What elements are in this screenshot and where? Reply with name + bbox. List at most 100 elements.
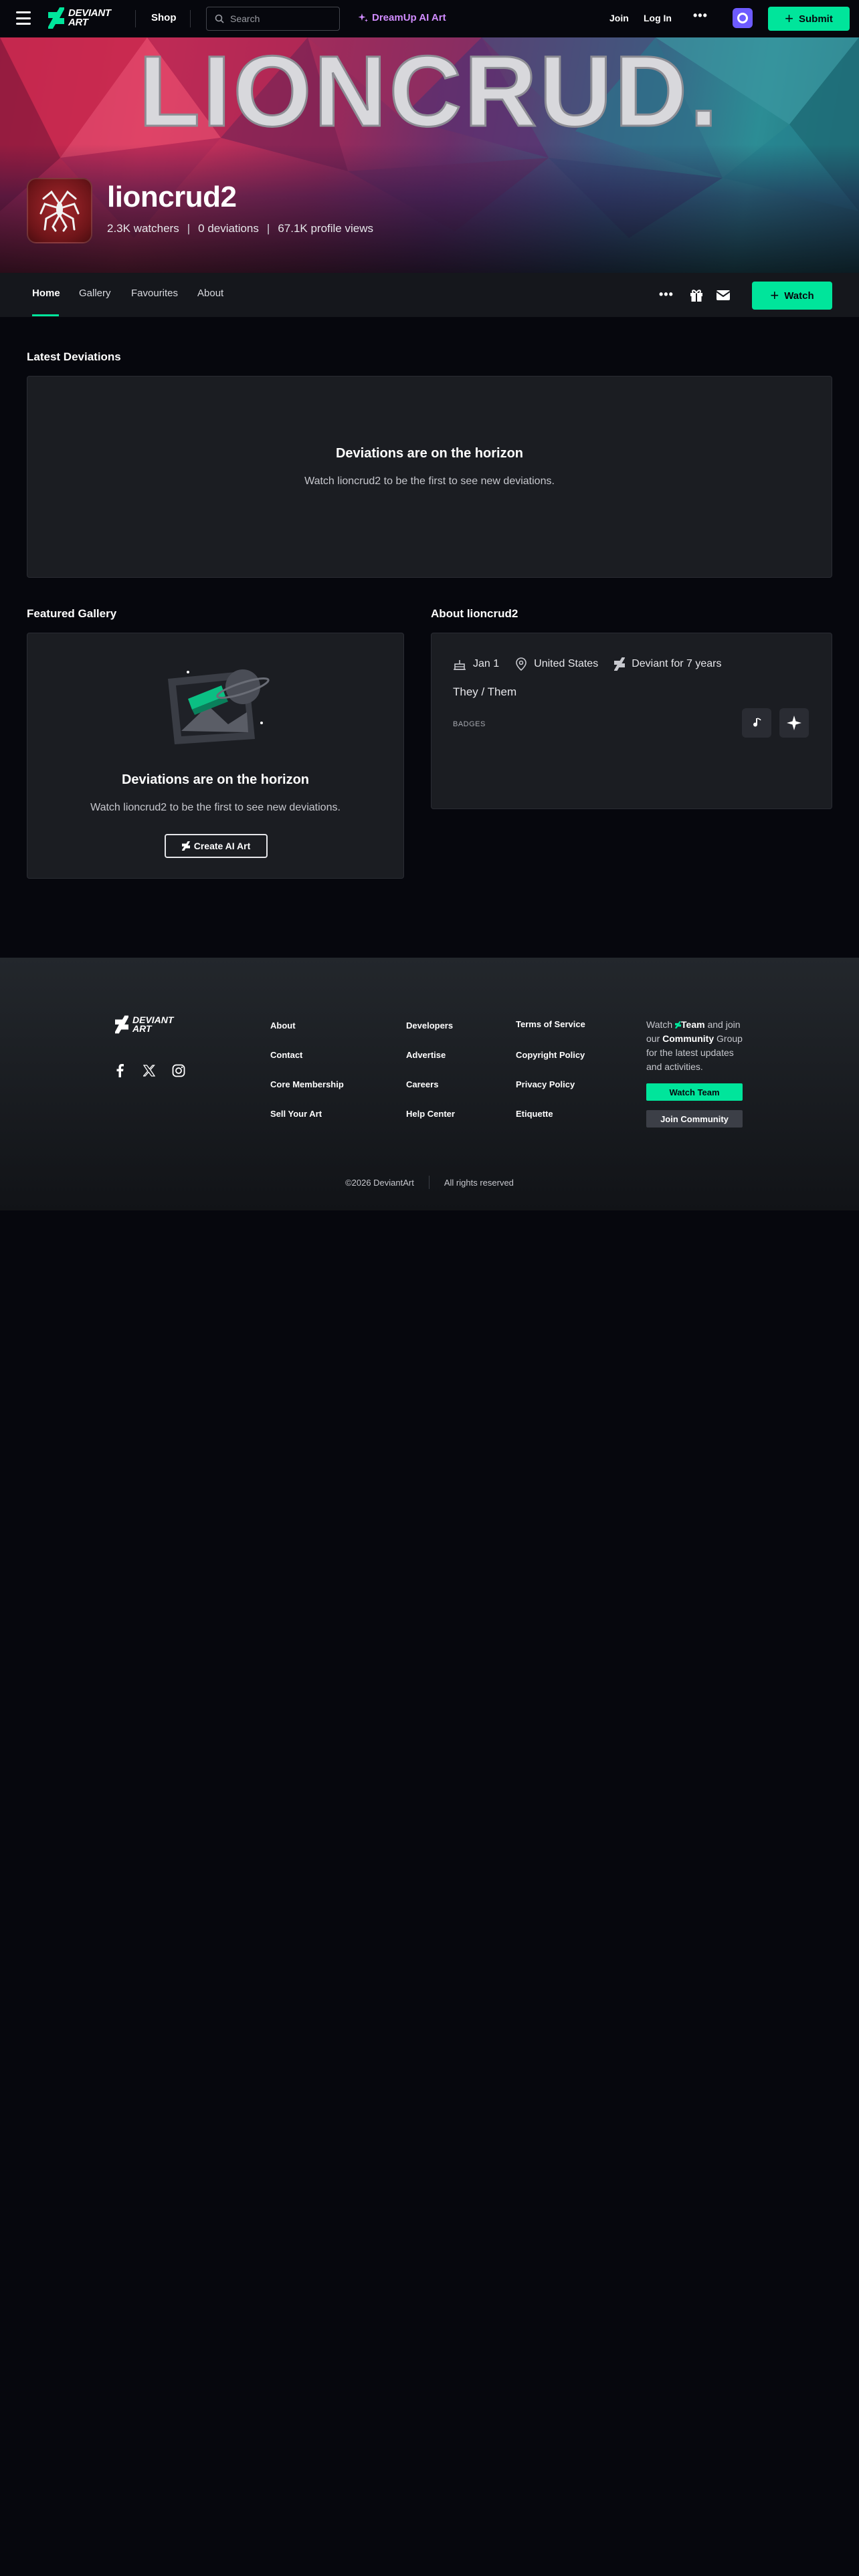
spider-icon <box>39 190 80 232</box>
active-tab-indicator <box>32 314 59 316</box>
profile-views-count: 67.1K profile views <box>278 222 373 235</box>
birthday: Jan 1 <box>453 657 499 671</box>
latest-deviations-panel: Deviations are on the horizon Watch lion… <box>27 376 832 578</box>
facebook-icon[interactable] <box>112 1063 127 1078</box>
footer-link-contact[interactable]: Contact <box>270 1050 302 1060</box>
deviantart-mark-icon <box>48 7 64 29</box>
gift-icon[interactable] <box>689 288 704 302</box>
profile-banner: LIONCRUD. <box>0 37 859 273</box>
tab-home[interactable]: Home <box>32 288 60 299</box>
copyright-text: ©2026 DeviantArt <box>345 1177 414 1188</box>
footer-link-core-membership[interactable]: Core Membership <box>270 1079 344 1089</box>
instagram-icon[interactable] <box>171 1063 186 1078</box>
empty-state-title: Deviations are on the horizon <box>335 446 524 461</box>
footer-link-privacy[interactable]: Privacy Policy <box>516 1079 575 1089</box>
divider <box>135 10 136 27</box>
watch-button[interactable]: + Watch <box>752 282 832 310</box>
badge-item[interactable] <box>779 708 809 738</box>
footer: DEVIANT ART About Contact Core Membershi… <box>0 958 859 1210</box>
submit-button[interactable]: + Submit <box>768 7 850 31</box>
footer-logo-wordmark: DEVIANT ART <box>132 1014 174 1034</box>
birthday-value: Jan 1 <box>473 658 500 669</box>
footer-logo[interactable]: DEVIANT ART <box>115 1015 173 1034</box>
location: United States <box>515 657 598 671</box>
footer-link-advertise[interactable]: Advertise <box>406 1050 446 1060</box>
tab-favourites[interactable]: Favourites <box>131 288 178 299</box>
latest-deviations-title: Latest Deviations <box>27 350 121 363</box>
profile-nav: Home Gallery Favourites About ••• + Watc… <box>0 273 859 317</box>
tab-about[interactable]: About <box>197 288 223 299</box>
username: lioncrud2 <box>107 181 237 213</box>
pronouns: They / Them <box>453 685 517 698</box>
dreamup-link[interactable]: DreamUp AI Art <box>358 12 446 23</box>
login-link[interactable]: Log In <box>644 13 672 23</box>
badge-item[interactable] <box>742 708 771 738</box>
menu-icon[interactable] <box>16 11 31 25</box>
deviantart-mark-icon <box>675 1021 682 1029</box>
footer-cta-text: Watch Team and join our Community Group … <box>646 1019 743 1072</box>
featured-gallery-panel: Deviations are on the horizon Watch lion… <box>27 633 404 879</box>
banner-title-art: LIONCRUD. <box>138 37 720 147</box>
stats-separator: | <box>187 222 191 235</box>
x-twitter-icon[interactable] <box>142 1063 157 1078</box>
create-ai-art-button[interactable]: Create AI Art <box>165 834 268 858</box>
cake-icon <box>454 660 466 670</box>
member-for-value: Deviant for 7 years <box>632 658 722 669</box>
shop-link[interactable]: Shop <box>151 12 177 23</box>
footer-link-help-center[interactable]: Help Center <box>406 1109 455 1119</box>
divider <box>190 10 191 27</box>
deviantart-mark-icon <box>115 1015 128 1034</box>
dreamup-label: DreamUp AI Art <box>372 12 446 23</box>
sparkle-icon <box>358 13 368 22</box>
tab-gallery[interactable]: Gallery <box>79 288 111 299</box>
location-value: United States <box>534 658 599 669</box>
deviantart-mark-icon <box>614 657 626 671</box>
footer-link-etiquette[interactable]: Etiquette <box>516 1109 553 1119</box>
footer-link-careers[interactable]: Careers <box>406 1079 438 1089</box>
top-bar: DEVIANT ART Shop Search DreamUp AI Art J… <box>0 0 859 37</box>
copyright-bar: ©2026 DeviantArt All rights reserved <box>0 1176 859 1189</box>
deviantart-mark-icon <box>181 841 190 851</box>
more-icon[interactable]: ••• <box>659 288 674 302</box>
search-input[interactable]: Search <box>206 7 340 31</box>
about-details: Jan 1 United States Deviant for 7 years <box>453 657 721 671</box>
divider <box>428 1176 430 1189</box>
badges-label: BADGES <box>453 720 486 728</box>
member-since: Deviant for 7 years <box>614 657 721 671</box>
deviations-count[interactable]: 0 deviations <box>198 222 259 235</box>
footer-link-about[interactable]: About <box>270 1021 296 1031</box>
sparkle-badge-icon <box>787 716 801 730</box>
stats-separator: | <box>266 222 270 235</box>
about-title: About lioncrud2 <box>431 607 518 620</box>
footer-link-terms[interactable]: Terms of Service <box>516 1019 585 1029</box>
about-panel: Jan 1 United States Deviant for 7 years … <box>431 633 832 809</box>
app-switcher-icon[interactable] <box>733 8 753 28</box>
profile-stats: 2.3K watchers | 0 deviations | 67.1K pro… <box>107 222 373 235</box>
search-icon <box>215 14 224 23</box>
empty-state-title: Deviations are on the horizon <box>121 772 310 787</box>
search-placeholder: Search <box>230 13 260 24</box>
plus-icon: + <box>785 10 793 27</box>
empty-gallery-illustration <box>168 669 270 744</box>
create-ai-art-label: Create AI Art <box>193 841 251 851</box>
footer-link-copyright[interactable]: Copyright Policy <box>516 1050 585 1060</box>
music-note-icon <box>753 718 761 727</box>
plus-icon: + <box>770 287 779 304</box>
watch-team-button[interactable]: Watch Team <box>646 1083 743 1101</box>
join-link[interactable]: Join <box>609 13 629 23</box>
empty-state-subtitle: Watch lioncrud2 to be the first to see n… <box>90 802 341 813</box>
deviantart-logo[interactable]: DEVIANT ART <box>48 7 111 29</box>
more-icon[interactable]: ••• <box>693 9 708 23</box>
footer-link-sell-your-art[interactable]: Sell Your Art <box>270 1109 322 1119</box>
mail-icon[interactable] <box>716 288 731 302</box>
join-community-button[interactable]: Join Community <box>646 1110 743 1128</box>
watchers-count[interactable]: 2.3K watchers <box>107 222 179 235</box>
rights-text: All rights reserved <box>444 1177 514 1188</box>
avatar[interactable] <box>27 178 92 243</box>
featured-gallery-title: Featured Gallery <box>27 607 117 620</box>
logo-wordmark: DEVIANT ART <box>68 7 111 28</box>
location-pin-icon <box>516 657 527 671</box>
watch-label: Watch <box>784 290 814 302</box>
footer-link-developers[interactable]: Developers <box>406 1021 453 1031</box>
submit-label: Submit <box>799 13 833 25</box>
